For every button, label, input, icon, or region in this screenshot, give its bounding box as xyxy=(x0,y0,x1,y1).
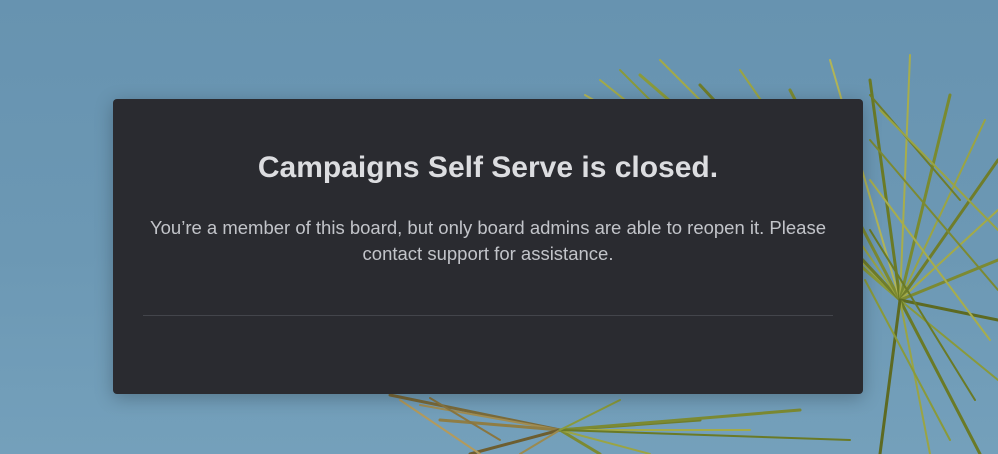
board-closed-dialog: Campaigns Self Serve is closed. You’re a… xyxy=(113,99,863,394)
dialog-divider xyxy=(143,315,833,316)
dialog-message: You’re a member of this board, but only … xyxy=(150,217,826,264)
dialog-title: Campaigns Self Serve is closed. xyxy=(257,151,719,184)
